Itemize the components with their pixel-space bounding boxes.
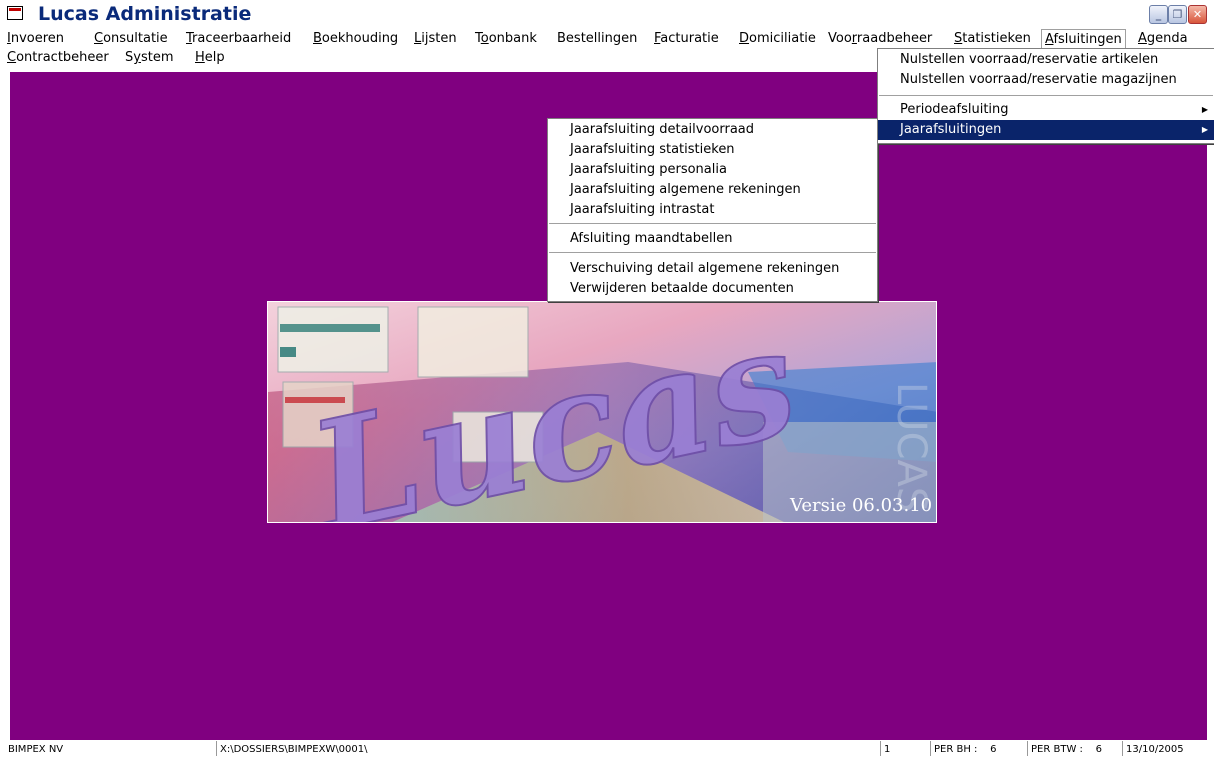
- minimize-button[interactable]: _: [1149, 5, 1168, 24]
- close-icon: ✕: [1192, 8, 1203, 21]
- minimize-icon: _: [1155, 8, 1162, 21]
- restore-button[interactable]: ❐: [1168, 5, 1187, 24]
- menu-item-jaarafsluiting-statistieken[interactable]: Jaarafsluiting statistieken: [548, 140, 877, 160]
- menu-bestellingen[interactable]: Bestellingen: [554, 29, 640, 48]
- menu-separator: [549, 223, 876, 225]
- menu-contractbeheer[interactable]: Contractbeheer: [4, 48, 112, 67]
- menu-boekhouding[interactable]: Boekhouding: [310, 29, 401, 48]
- menu-item-jaarafsluitingen[interactable]: Jaarafsluitingen ▶: [878, 120, 1214, 140]
- menu-item-nulstellen-artikelen[interactable]: Nulstellen voorraad/reservatie artikelen: [878, 50, 1214, 70]
- menu-item-label: Jaarafsluitingen: [900, 122, 1002, 137]
- menu-consultatie[interactable]: Consultatie: [91, 29, 171, 48]
- splash-image: Lucas LUCAS: [267, 301, 937, 523]
- splash-version: Versie 06.03.10: [790, 495, 933, 516]
- svg-text:LUCAS: LUCAS: [888, 382, 934, 512]
- close-button[interactable]: ✕: [1188, 5, 1207, 24]
- menu-help[interactable]: Help: [192, 48, 228, 67]
- menu-item-jaarafsluiting-personalia[interactable]: Jaarafsluiting personalia: [548, 160, 877, 180]
- menu-item-verwijderen-betaalde-documenten[interactable]: Verwijderen betaalde documenten: [548, 279, 877, 299]
- menu-traceerbaarheid[interactable]: Traceerbaarheid: [183, 29, 294, 48]
- status-per-bh: PER BH : 6: [930, 741, 996, 756]
- menu-item-label: Periodeafsluiting: [900, 102, 1009, 117]
- menu-item-periodeafsluiting[interactable]: Periodeafsluiting ▶: [878, 100, 1214, 120]
- menu-agenda[interactable]: Agenda: [1135, 29, 1191, 48]
- title-bar: Lucas Administratie _ ❐ ✕: [0, 0, 1214, 29]
- jaarafsluitingen-submenu: Jaarafsluiting detailvoorraad Jaarafslui…: [547, 118, 878, 302]
- menu-item-nulstellen-magazijnen[interactable]: Nulstellen voorraad/reservatie magazijne…: [878, 70, 1214, 90]
- menu-statistieken[interactable]: Statistieken: [951, 29, 1034, 48]
- splash-graphic: Lucas LUCAS: [268, 302, 936, 522]
- menu-item-afsluiting-maandtabellen[interactable]: Afsluiting maandtabellen: [548, 229, 877, 249]
- app-icon[interactable]: [7, 6, 23, 20]
- status-bar: BIMPEX NV X:\DOSSIERS\BIMPEXW\0001\ 1 PE…: [0, 741, 1214, 758]
- menu-separator: [879, 95, 1213, 97]
- status-date: 13/10/2005: [1122, 741, 1184, 756]
- status-field1: 1: [880, 741, 928, 756]
- menu-invoeren[interactable]: Invoeren: [4, 29, 67, 48]
- menu-domiciliatie[interactable]: Domiciliatie: [736, 29, 819, 48]
- menu-afsluitingen[interactable]: Afsluitingen: [1041, 29, 1126, 48]
- window-title: Lucas Administratie: [38, 3, 252, 25]
- menu-facturatie[interactable]: Facturatie: [651, 29, 722, 48]
- status-path: X:\DOSSIERS\BIMPEXW\0001\: [216, 741, 368, 756]
- menu-lijsten[interactable]: Lijsten: [411, 29, 460, 48]
- menu-item-jaarafsluiting-detailvoorraad[interactable]: Jaarafsluiting detailvoorraad: [548, 120, 877, 140]
- status-company: BIMPEX NV: [8, 744, 64, 755]
- menu-item-jaarafsluiting-algemene-rekeningen[interactable]: Jaarafsluiting algemene rekeningen: [548, 180, 877, 200]
- menu-toonbank[interactable]: Toonbank: [472, 29, 540, 48]
- afsluitingen-dropdown: Nulstellen voorraad/reservatie artikelen…: [877, 48, 1214, 144]
- menu-system[interactable]: System: [122, 48, 177, 67]
- menu-item-jaarafsluiting-intrastat[interactable]: Jaarafsluiting intrastat: [548, 200, 877, 220]
- submenu-arrow-icon: ▶: [1201, 125, 1208, 134]
- status-per-btw: PER BTW : 6: [1027, 741, 1102, 756]
- menu-row-1: Invoeren Consultatie Traceerbaarheid Boe…: [0, 29, 1214, 48]
- submenu-arrow-icon: ▶: [1201, 105, 1208, 114]
- restore-icon: ❐: [1172, 8, 1183, 21]
- menu-item-verschuiving-detail[interactable]: Verschuiving detail algemene rekeningen: [548, 259, 877, 279]
- menu-voorraadbeheer[interactable]: Voorraadbeheer: [825, 29, 935, 48]
- menu-separator: [549, 252, 876, 254]
